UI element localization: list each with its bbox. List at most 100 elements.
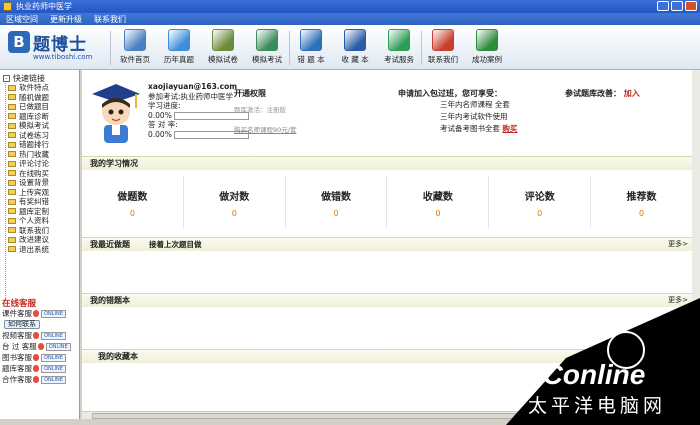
menu-region[interactable]: 区域空间	[6, 14, 38, 25]
toolbar: B 题博士 www.tiboshi.com 软件首页 历年真题 模拟试卷 模拟考试 错 …	[0, 25, 700, 70]
sidebar: - 快速链接 软件特点 随机做题 已做题目 题库诊断 模拟考试 试卷练习 错题排行 热门收藏评…	[0, 70, 80, 425]
stats-row: 做题数 0 做对数 0 做错数 0 收藏数 0 评论数 0 推荐数 0	[82, 176, 692, 228]
menu-update[interactable]: 更新升级	[50, 14, 82, 25]
accuracy-value: 0.00%	[148, 129, 172, 139]
stat-label: 做错数	[321, 192, 352, 203]
toolbar-button-label: 模拟考试	[252, 55, 282, 64]
online-service-0[interactable]: 课件客服 ONLINE	[2, 308, 71, 319]
toolbar-button-label: 模拟试卷	[208, 55, 238, 64]
folder-icon	[8, 103, 16, 110]
logo-name: 题博士	[33, 35, 87, 55]
logo-url: www.tiboshi.com	[33, 53, 93, 61]
apply-block: 申请加入包过班，您可享受： 三年内名师课程 全套 三年内考试软件使用 考试备考图…	[398, 88, 548, 135]
logo: B 题博士 www.tiboshi.com	[8, 29, 108, 65]
window-title: 执业药师中医学	[16, 2, 72, 11]
section-fav-title: 我的收藏本	[98, 352, 138, 361]
logo-mark: B	[8, 31, 30, 53]
stat-value: 0	[435, 209, 441, 218]
folder-icon	[8, 227, 16, 234]
maximize-button[interactable]	[671, 1, 683, 11]
minimize-button[interactable]	[657, 1, 669, 11]
toolbar-button-label: 历年真题	[164, 55, 194, 64]
toolbar-button-0[interactable]: 软件首页	[116, 29, 154, 67]
progress-value: 0.00%	[148, 110, 172, 120]
folder-icon	[8, 122, 16, 129]
stat-value: 0	[129, 209, 135, 218]
online-badge: ONLINE	[41, 353, 66, 362]
toolbar-button-6[interactable]: 考试服务	[380, 29, 418, 67]
toolbar-button-4[interactable]: 错 题 本	[292, 29, 330, 67]
online-service-3[interactable]: 台 过 客服 ONLINE	[2, 341, 71, 352]
online-badge: ONLINE	[41, 375, 66, 384]
online-service-label: 图书客服	[2, 353, 32, 362]
toolbar-button-label: 成功案例	[472, 55, 502, 64]
toolbar-icon	[300, 29, 322, 51]
folder-icon	[8, 132, 16, 139]
online-service-label: 台 过 客服	[2, 342, 37, 351]
toolbar-button-1[interactable]: 历年真题	[160, 29, 198, 67]
stat-label: 做对数	[219, 192, 250, 203]
toolbar-divider	[421, 31, 422, 65]
toolbar-button-label: 考试服务	[384, 55, 414, 64]
section-wrong-title: 我的错题本	[90, 296, 130, 305]
close-button[interactable]	[685, 1, 697, 11]
toolbar-icon	[256, 29, 278, 51]
online-service-label: 视频客服	[2, 331, 32, 340]
sidebar-item-17[interactable]: 退出系统	[8, 245, 49, 255]
window-controls	[657, 1, 697, 11]
folder-icon	[8, 246, 16, 253]
stat-3: 收藏数 0	[387, 176, 490, 228]
online-service-6[interactable]: 合作客服 ONLINE	[2, 374, 71, 385]
folder-icon	[8, 179, 16, 186]
stat-label: 做题数	[117, 192, 148, 203]
stat-5: 推荐数 0	[591, 176, 692, 228]
stat-4: 评论数 0	[489, 176, 592, 228]
stat-value: 0	[333, 209, 339, 218]
continue-link[interactable]: 接着上次题目做	[149, 238, 202, 251]
permissions-title: 开通权限	[234, 89, 266, 98]
toolbar-button-8[interactable]: 成功案例	[468, 29, 506, 67]
toolbar-icon	[476, 29, 498, 51]
stat-1: 做对数 0	[184, 176, 286, 228]
join-link[interactable]: 加入	[624, 89, 640, 98]
toolbar-icon	[344, 29, 366, 51]
more-link-recent[interactable]: 更多>	[668, 238, 688, 251]
apply-line-3: 考试备考图书全套 购买	[440, 123, 548, 135]
online-service-2[interactable]: 视频客服 ONLINE	[2, 330, 71, 341]
online-service-label: 合作客服	[2, 375, 32, 384]
toolbar-icon	[212, 29, 234, 51]
online-service-label: 课件客服	[2, 309, 32, 318]
section-recent: 我最近做题 接着上次题目做 更多>	[82, 237, 692, 251]
toolbar-button-label: 联系我们	[428, 55, 458, 64]
folder-icon	[8, 160, 16, 167]
toolbar-button-2[interactable]: 模拟试卷	[204, 29, 242, 67]
toolbar-icon	[124, 29, 146, 51]
folder-icon	[8, 94, 16, 101]
menu-contact[interactable]: 联系我们	[94, 14, 126, 25]
toolbar-button-7[interactable]: 联系我们	[424, 29, 462, 67]
folder-icon	[8, 189, 16, 196]
buy-link[interactable]: 购买	[502, 124, 517, 133]
permissions-activation: 题库激活：注册版	[234, 106, 286, 114]
section-study-title: 我的学习情况	[90, 159, 138, 168]
online-service-5[interactable]: 题库客服 ONLINE	[2, 363, 71, 374]
toolbar-divider	[289, 31, 290, 65]
online-service-label: 题库客服	[2, 364, 32, 373]
qq-icon	[37, 343, 44, 350]
toolbar-button-label: 软件首页	[120, 55, 150, 64]
toolbar-button-3[interactable]: 模拟考试	[248, 29, 286, 67]
folder-icon	[8, 236, 16, 243]
apply-line-1: 三年内名师课程 全套	[440, 100, 510, 109]
online-service-4[interactable]: 图书客服 ONLINE	[2, 352, 71, 363]
online-service-1[interactable]: 如何联系	[4, 319, 71, 330]
stat-value: 0	[231, 209, 237, 218]
stat-value: 0	[537, 209, 543, 218]
menu-bar: 区域空间 更新升级 联系我们	[0, 13, 700, 25]
toolbar-divider	[110, 31, 111, 65]
folder-icon	[8, 84, 16, 91]
refer-text: 参试题库改善：	[565, 89, 621, 98]
apply-line-3-text: 考试备考图书全套	[440, 124, 500, 133]
buy-course-link[interactable]: 购买名师课程90元/套	[234, 124, 374, 134]
qq-icon	[33, 332, 39, 339]
toolbar-button-5[interactable]: 收 藏 本	[336, 29, 374, 67]
